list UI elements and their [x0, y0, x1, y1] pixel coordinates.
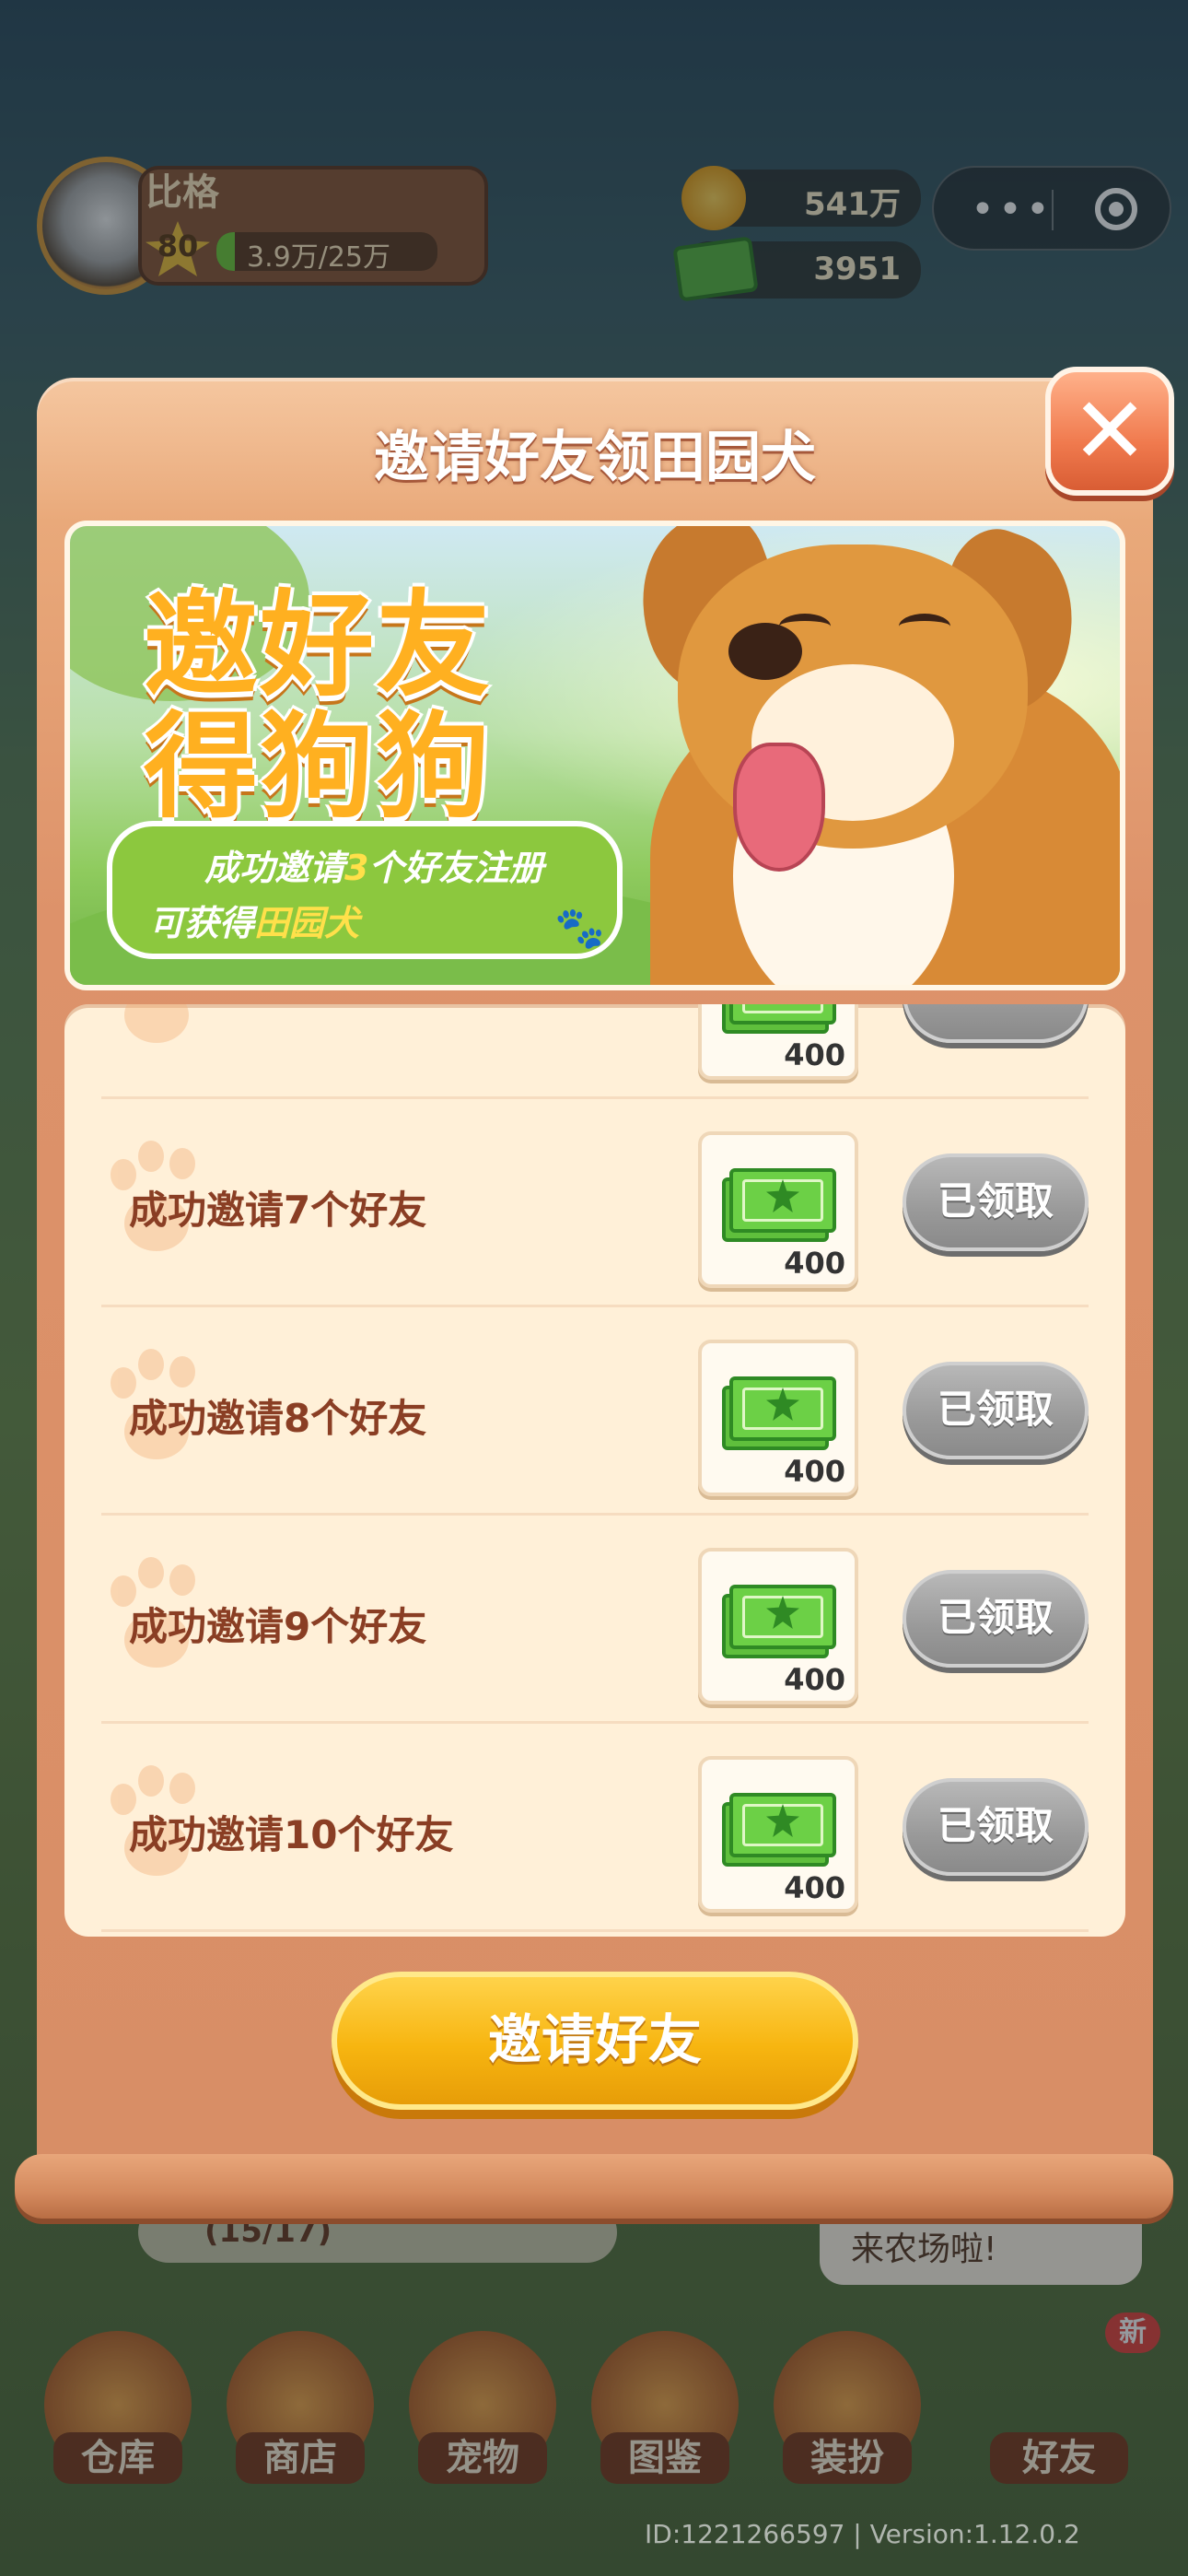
reward-row: 成功邀请7个好友 400 已领取	[101, 1096, 1089, 1307]
cash-icon	[722, 1159, 836, 1242]
banner-subtitle: 成功邀请3个好友注册 可获得田园犬 🐾	[107, 821, 623, 959]
claimed-button[interactable]	[903, 1004, 1089, 1043]
version-footer: ID:1221266597 | Version:1.12.0.2	[645, 2519, 1080, 2549]
reward-label: 成功邀请8个好友	[129, 1396, 427, 1441]
cash-icon	[722, 1784, 836, 1867]
cash-icon	[722, 1367, 836, 1450]
reward-label: 成功邀请9个好友	[129, 1604, 427, 1649]
reward-quantity: 400	[784, 1037, 845, 1072]
dog-tongue	[733, 743, 825, 872]
reward-item: 400	[698, 1756, 858, 1913]
reward-quantity: 400	[784, 1246, 845, 1281]
banner-headline-2: 得狗狗	[144, 701, 493, 834]
cash-icon	[722, 1575, 836, 1658]
paw-icon: 🐾	[554, 905, 605, 952]
banner-sub-line-1: 成功邀请3个好友注册	[204, 839, 543, 890]
reward-row: 成功邀请9个好友 400 已领取	[101, 1513, 1089, 1724]
close-button[interactable]: ✕	[1045, 367, 1174, 496]
modal-title: 邀请好友领田园犬	[374, 426, 816, 490]
invite-banner: 邀好友 得狗狗 成功邀请3个好友注册 可获得田园犬 🐾	[64, 521, 1125, 990]
reward-label: 成功邀请7个好友	[129, 1188, 427, 1233]
reward-row: 400	[101, 1004, 1089, 1099]
cash-icon	[722, 1004, 836, 1034]
dog-eye-right	[899, 614, 950, 639]
banner-sub-line-2: 可获得田园犬	[149, 895, 359, 945]
reward-item: 400	[698, 1340, 858, 1496]
close-icon: ✕	[1071, 377, 1148, 485]
sub-number: 3	[344, 848, 369, 888]
reward-row: 成功邀请10个好友 400 已领取	[101, 1721, 1089, 1932]
scroll-rod-decoration	[15, 2154, 1173, 2219]
sub-text: 成功邀请	[204, 848, 345, 888]
sub-text: 可获得	[149, 903, 255, 943]
invite-friends-button[interactable]: 邀请好友	[332, 1972, 858, 2110]
sub-highlight: 田园犬	[254, 903, 360, 943]
claimed-button[interactable]: 已领取	[903, 1153, 1089, 1251]
claimed-button[interactable]: 已领取	[903, 1570, 1089, 1668]
reward-label: 成功邀请10个好友	[129, 1812, 454, 1857]
reward-item: 400	[698, 1548, 858, 1704]
paw-decoration-icon	[101, 1004, 212, 1061]
reward-item: 400	[698, 1131, 858, 1288]
invite-friends-modal: 邀请好友领田园犬 邀好友 得狗狗 成功邀请3个好友注册 可获得田园犬 🐾 400…	[37, 378, 1153, 2165]
reward-item: 400	[698, 1004, 858, 1080]
sub-text: 个好友注册	[368, 848, 544, 888]
reward-list[interactable]: 400 成功邀请7个好友 400 已领取 成功邀请8个好友 400 已领取 成功…	[64, 1004, 1125, 1937]
reward-quantity: 400	[784, 1870, 845, 1905]
claimed-button[interactable]: 已领取	[903, 1362, 1089, 1459]
reward-quantity: 400	[784, 1454, 845, 1489]
reward-row: 成功邀请8个好友 400 已领取	[101, 1305, 1089, 1516]
claimed-button[interactable]: 已领取	[903, 1778, 1089, 1876]
reward-quantity: 400	[784, 1662, 845, 1697]
dog-nose	[728, 623, 802, 680]
